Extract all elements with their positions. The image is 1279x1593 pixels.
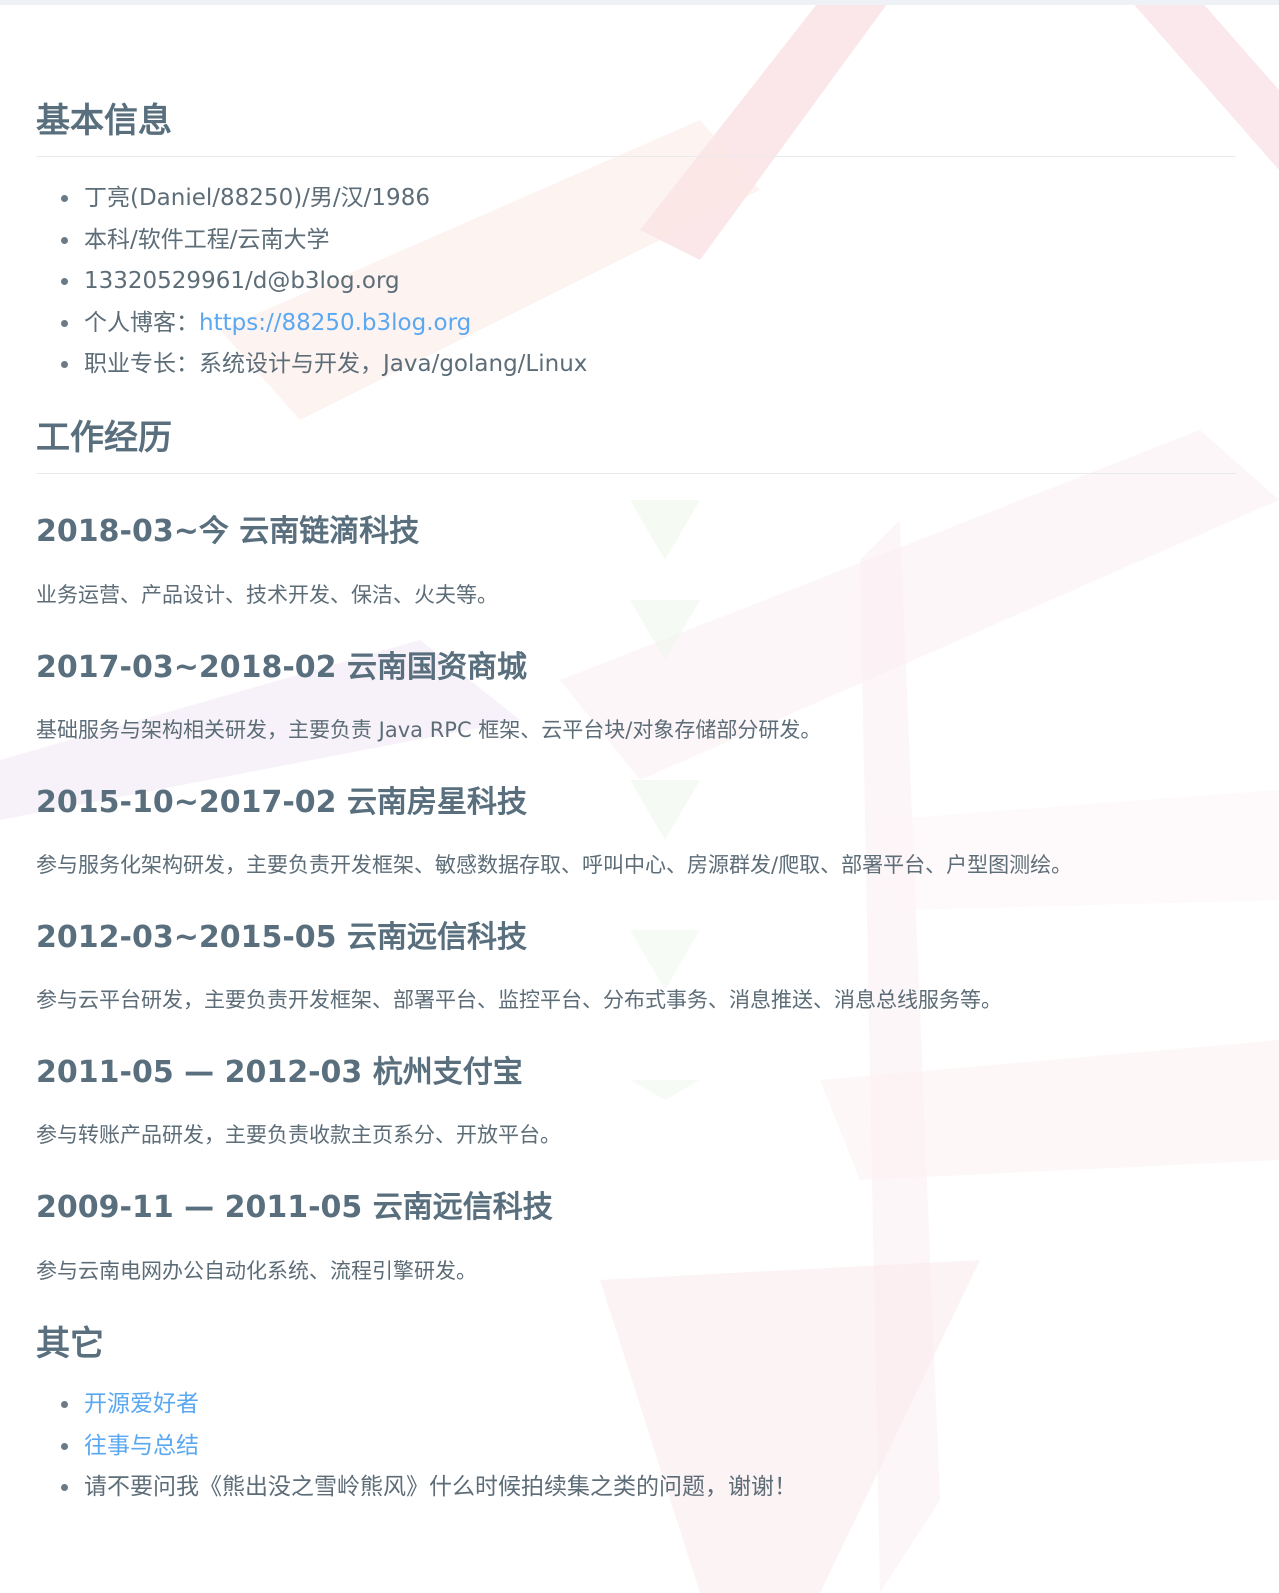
other-list: 开源爱好者 往事与总结 请不要问我《熊出没之雪岭熊风》什么时候拍续集之类的问题，… [60, 1384, 797, 1509]
job-title: 2009-11 — 2011-05 云南远信科技 [36, 1190, 553, 1225]
blog-link[interactable]: https://88250.b3log.org [199, 310, 471, 336]
heading-other: 其它 [36, 1324, 104, 1364]
job-description: 参与转账产品研发，主要负责收款主页系分、开放平台。 [36, 1123, 561, 1147]
job-title: 2018-03~今 云南链滴科技 [36, 514, 420, 549]
job-title: 2011-05 — 2012-03 杭州支付宝 [36, 1055, 523, 1090]
job-description: 参与云平台研发，主要负责开发框架、部署平台、监控平台、分布式事务、消息推送、消息… [36, 988, 1002, 1012]
bullet-icon [61, 278, 68, 285]
job-description: 参与云南电网办公自动化系统、流程引擎研发。 [36, 1259, 477, 1283]
list-item: 开源爱好者 [60, 1384, 797, 1426]
heading-work-experience: 工作经历 [36, 417, 1236, 474]
list-item: 13320529961/d@b3log.org [60, 261, 587, 303]
list-item-blog: 个人博客：https://88250.b3log.org [60, 303, 587, 345]
bullet-icon [61, 236, 68, 244]
top-strip [0, 0, 1279, 5]
bullet-icon [61, 1484, 68, 1491]
basic-info-list: 丁亮(Daniel/88250)/男/汉/1986 本科/软件工程/云南大学 1… [60, 178, 587, 386]
bullet-icon [61, 1442, 68, 1450]
bullet-icon [61, 1401, 68, 1408]
bullet-icon [61, 319, 68, 327]
list-item: 请不要问我《熊出没之雪岭熊风》什么时候拍续集之类的问题，谢谢！ [60, 1467, 797, 1509]
list-item: 往事与总结 [60, 1426, 797, 1468]
job-description: 参与服务化架构研发，主要负责开发框架、敏感数据存取、呼叫中心、房源群发/爬取、部… [36, 853, 1073, 877]
list-item: 职业专长：系统设计与开发，Java/golang/Linux [60, 344, 587, 386]
list-item: 丁亮(Daniel/88250)/男/汉/1986 [60, 178, 587, 220]
list-item: 本科/软件工程/云南大学 [60, 220, 587, 262]
bullet-icon [61, 195, 68, 202]
job-title: 2017-03~2018-02 云南国资商城 [36, 650, 527, 685]
heading-basic-info: 基本信息 [36, 100, 1236, 157]
job-description: 业务运营、产品设计、技术开发、保洁、火夫等。 [36, 583, 498, 607]
job-title: 2015-10~2017-02 云南房星科技 [36, 785, 527, 820]
blog-label: 个人博客： [84, 309, 199, 336]
job-description: 基础服务与架构相关研发，主要负责 Java RPC 框架、云平台块/对象存储部分… [36, 718, 822, 742]
bullet-icon [61, 361, 68, 368]
link-past-summary[interactable]: 往事与总结 [84, 1433, 199, 1459]
link-open-source[interactable]: 开源爱好者 [84, 1391, 199, 1417]
job-title: 2012-03~2015-05 云南远信科技 [36, 920, 527, 955]
